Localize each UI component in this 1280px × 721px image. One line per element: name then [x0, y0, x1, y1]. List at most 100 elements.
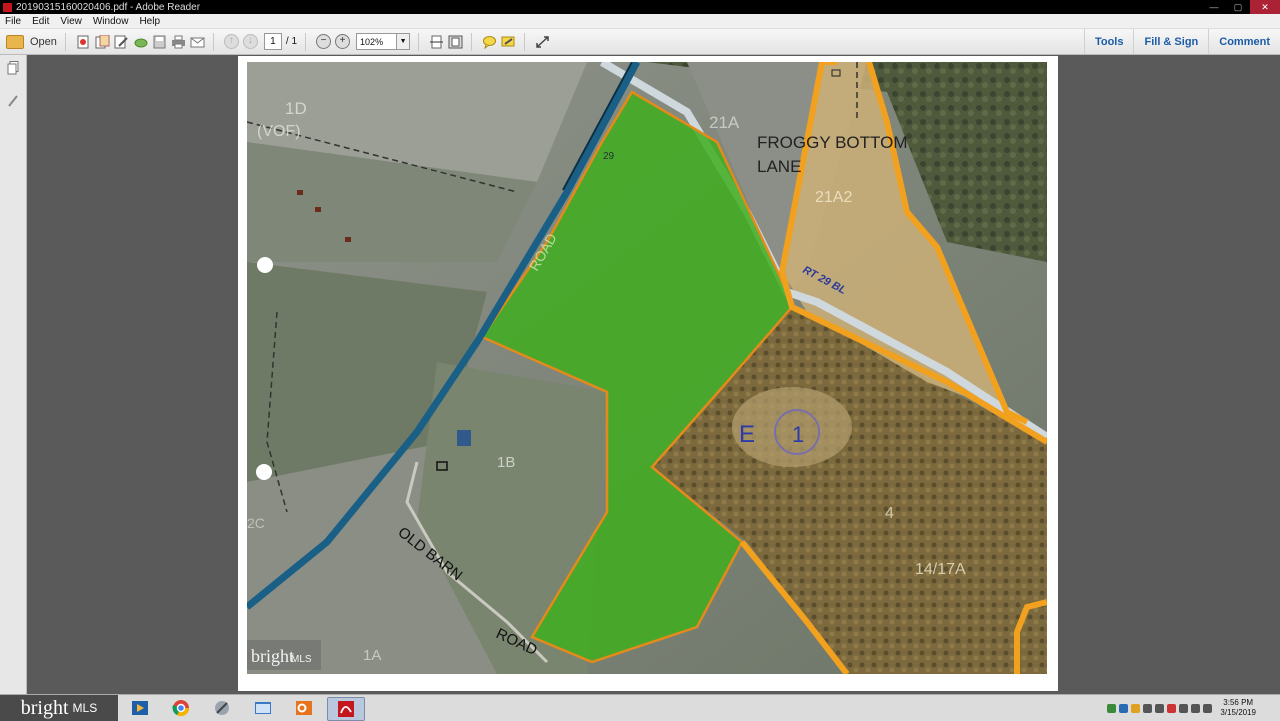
parcel-map: 1D (VOF) 21A FROGGY BOTTOM LANE 21A2 29 …	[247, 62, 1047, 674]
explorer-taskbar-button[interactable]	[245, 697, 281, 719]
watermark-brand: bright	[20, 696, 69, 719]
tools-taskbar-button[interactable]	[204, 697, 240, 719]
menu-help[interactable]: Help	[134, 16, 166, 27]
cloud-button[interactable]	[133, 33, 148, 51]
outlook-taskbar-button[interactable]	[286, 697, 322, 719]
fit-width-button[interactable]	[429, 33, 444, 51]
comment-button[interactable]: Comment	[1208, 29, 1280, 54]
minus-icon: −	[316, 34, 332, 49]
print-button[interactable]	[171, 33, 186, 51]
tools-button[interactable]: Tools	[1083, 29, 1134, 54]
window-controls: — ▢ ✕	[1202, 0, 1280, 14]
window-title-bar: 20190315160020406.pdf - Adobe Reader — ▢…	[0, 0, 1280, 14]
tray-icon[interactable]	[1143, 703, 1153, 713]
clock-time: 3:56 PM	[1223, 698, 1254, 707]
toolbar: Open ↑ ↓ 1 / 1 − + 102% ▼ Tools Fill & S…	[0, 29, 1280, 55]
media-player-taskbar-button[interactable]	[122, 697, 158, 719]
save-button[interactable]	[152, 33, 167, 51]
email-icon	[190, 37, 205, 47]
highlight-button[interactable]	[501, 33, 516, 51]
toolbar-separator	[524, 32, 526, 51]
map-marker-dot	[257, 257, 273, 273]
arrow-up-icon: ↑	[223, 34, 239, 49]
tray-icon[interactable]	[1167, 703, 1177, 713]
page-thumbnails-icon[interactable]	[7, 61, 19, 75]
map-marker-dot	[256, 464, 272, 480]
clock-date: 3/15/2019	[1220, 708, 1256, 717]
tray-icon[interactable]	[1191, 703, 1201, 713]
combine-files-button[interactable]	[95, 33, 110, 51]
save-icon	[153, 35, 166, 48]
email-button[interactable]	[190, 33, 205, 51]
cloud-upload-icon	[134, 38, 148, 47]
open-label: Open	[30, 35, 57, 48]
tray-icon[interactable]	[1131, 703, 1141, 713]
plus-icon: +	[335, 34, 351, 49]
tray-icon[interactable]	[1119, 703, 1129, 713]
building-marker	[345, 237, 351, 242]
sticky-note-button[interactable]	[482, 33, 497, 51]
expand-arrows-icon	[536, 35, 549, 48]
adobe-reader-taskbar-button[interactable]	[327, 697, 365, 721]
label-14-17a: 14/17A	[915, 561, 966, 578]
label-1d: 1D	[285, 99, 307, 118]
menu-view[interactable]: View	[55, 16, 88, 27]
zoom-in-button[interactable]: +	[335, 33, 351, 51]
toolbar-separator	[418, 32, 420, 51]
fit-page-button[interactable]	[448, 33, 463, 51]
embedded-watermark-mls: MLS	[291, 654, 312, 665]
signature-pen-icon[interactable]	[7, 94, 19, 108]
building-marker	[315, 207, 321, 212]
menu-edit[interactable]: Edit	[27, 16, 55, 27]
chrome-icon	[172, 700, 190, 717]
label-lane: LANE	[757, 157, 801, 176]
arrow-down-icon: ↓	[242, 34, 258, 49]
windows-taskbar: bright MLS 3:56 PM 3/15/2019	[0, 694, 1280, 721]
adobe-reader-icon	[3, 2, 12, 12]
expand-button[interactable]	[535, 33, 550, 51]
label-21a: 21A	[709, 113, 740, 132]
zoom-level-input[interactable]: 102%	[356, 33, 398, 50]
menu-window[interactable]: Window	[88, 16, 135, 27]
open-button[interactable]: Open	[6, 33, 57, 51]
document-area[interactable]: 1D (VOF) 21A FROGGY BOTTOM LANE 21A2 29 …	[27, 55, 1280, 695]
watermark-suffix: MLS	[72, 701, 98, 715]
label-2c: 2C	[247, 515, 265, 531]
tray-icon[interactable]	[1107, 703, 1117, 713]
tray-icon[interactable]	[1179, 703, 1189, 713]
tray-icon[interactable]	[1155, 703, 1165, 713]
pdf-page: 1D (VOF) 21A FROGGY BOTTOM LANE 21A2 29 …	[238, 56, 1058, 691]
printer-icon	[171, 35, 185, 48]
label-route-29: 29	[603, 151, 615, 162]
folder-icon	[6, 34, 24, 49]
next-page-button[interactable]: ↓	[242, 33, 258, 51]
page-number-input[interactable]: 1	[263, 33, 282, 50]
fill-sign-button[interactable]: Fill & Sign	[1133, 29, 1208, 54]
outlook-icon	[296, 701, 312, 715]
building-marker	[297, 190, 303, 195]
adobe-pdf-icon	[338, 701, 354, 717]
label-21a2: 21A2	[815, 189, 852, 206]
page-total: / 1	[285, 36, 298, 47]
system-clock[interactable]: 3:56 PM 3/15/2019	[1220, 698, 1256, 718]
close-button[interactable]: ✕	[1250, 0, 1280, 14]
media-player-icon	[132, 701, 148, 715]
left-navigation-pane	[0, 55, 27, 695]
previous-page-button[interactable]: ↑	[223, 33, 239, 51]
label-zone-1: 1	[792, 422, 804, 447]
zoom-dropdown-button[interactable]: ▼	[397, 33, 411, 50]
label-froggy-bottom: FROGGY BOTTOM	[757, 133, 908, 152]
bright-mls-watermark: bright MLS	[0, 695, 118, 721]
tray-icon[interactable]	[1203, 703, 1213, 713]
menu-file[interactable]: File	[0, 16, 27, 27]
building-marker	[457, 430, 471, 446]
zoom-out-button[interactable]: −	[316, 33, 332, 51]
create-pdf-button[interactable]	[76, 33, 91, 51]
minimize-button[interactable]: —	[1202, 0, 1226, 14]
window-icon	[255, 702, 271, 714]
maximize-button[interactable]: ▢	[1226, 0, 1250, 14]
toolbar-separator	[212, 32, 214, 51]
chrome-taskbar-button[interactable]	[163, 697, 199, 719]
edit-button[interactable]	[114, 33, 129, 51]
menu-bar: File Edit View Window Help	[0, 14, 1280, 29]
